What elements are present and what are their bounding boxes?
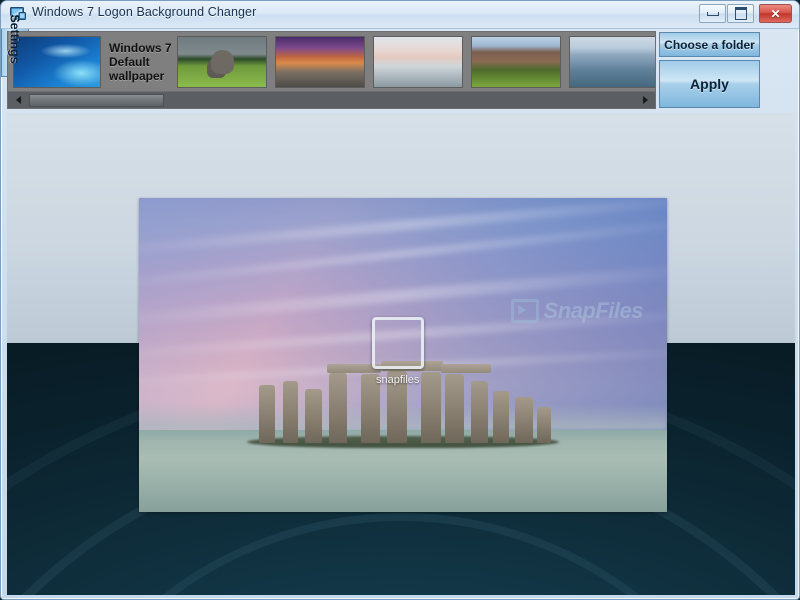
minimize-button[interactable] — [699, 4, 726, 23]
logon-screen-preview[interactable]: snapfiles SnapFiles — [139, 198, 667, 512]
window-title: Windows 7 Logon Background Changer — [32, 5, 256, 19]
preview-canvas: snapfiles SnapFiles — [7, 113, 795, 595]
title-bar: Windows 7 Logon Background Changer ✕ — [1, 1, 800, 29]
thumbnail-green-mountain-wallpaper[interactable] — [471, 36, 561, 88]
apply-button[interactable]: Apply — [659, 60, 760, 108]
thumbnail-selected-label: Windows 7 Default wallpaper — [109, 41, 173, 83]
thumbnail-horizontal-scrollbar[interactable] — [8, 91, 655, 108]
thumbnail-image — [178, 37, 266, 87]
watermark-text: SnapFiles — [544, 298, 643, 324]
thumbnail-icy-lake-wallpaper[interactable] — [373, 36, 463, 88]
maximize-icon — [728, 5, 753, 22]
choose-folder-button[interactable]: Choose a folder — [659, 32, 760, 57]
thumbnail-image — [570, 37, 656, 87]
thumbnail-win7-default-wallpaper[interactable] — [13, 36, 101, 88]
scroll-right-arrow-icon[interactable] — [637, 92, 653, 108]
thumbnail-image — [374, 37, 462, 87]
close-icon: ✕ — [760, 5, 791, 22]
thumbnail-coastal-seascape-wallpaper[interactable] — [569, 36, 656, 88]
settings-tab-label: Settings — [8, 14, 22, 63]
user-picture-flower-icon[interactable] — [372, 317, 424, 369]
scrollbar-thumb[interactable] — [29, 94, 164, 107]
snapfiles-logo-icon — [511, 299, 539, 323]
user-tile[interactable]: snapfiles — [370, 317, 426, 386]
thumbnail-elephant-savanna-wallpaper[interactable] — [177, 36, 267, 88]
wallpaper-thumbnail-strip[interactable]: Windows 7 Default wallpaper — [7, 31, 656, 109]
thumbnail-image — [276, 37, 364, 87]
scroll-left-arrow-icon[interactable] — [10, 92, 26, 108]
minimize-icon — [700, 5, 725, 22]
thumbnail-image — [472, 37, 560, 87]
thumbnail-list: Windows 7 Default wallpaper — [8, 32, 656, 92]
app-window: Windows 7 Logon Background Changer ✕ Win… — [0, 0, 800, 600]
user-name-label: snapfiles — [370, 374, 426, 386]
thumbnail-image — [14, 37, 100, 87]
thumbnail-mountain-sunset-wallpaper[interactable] — [275, 36, 365, 88]
maximize-button[interactable] — [727, 4, 754, 23]
snapfiles-watermark: SnapFiles — [511, 298, 643, 324]
close-button[interactable]: ✕ — [759, 4, 792, 23]
